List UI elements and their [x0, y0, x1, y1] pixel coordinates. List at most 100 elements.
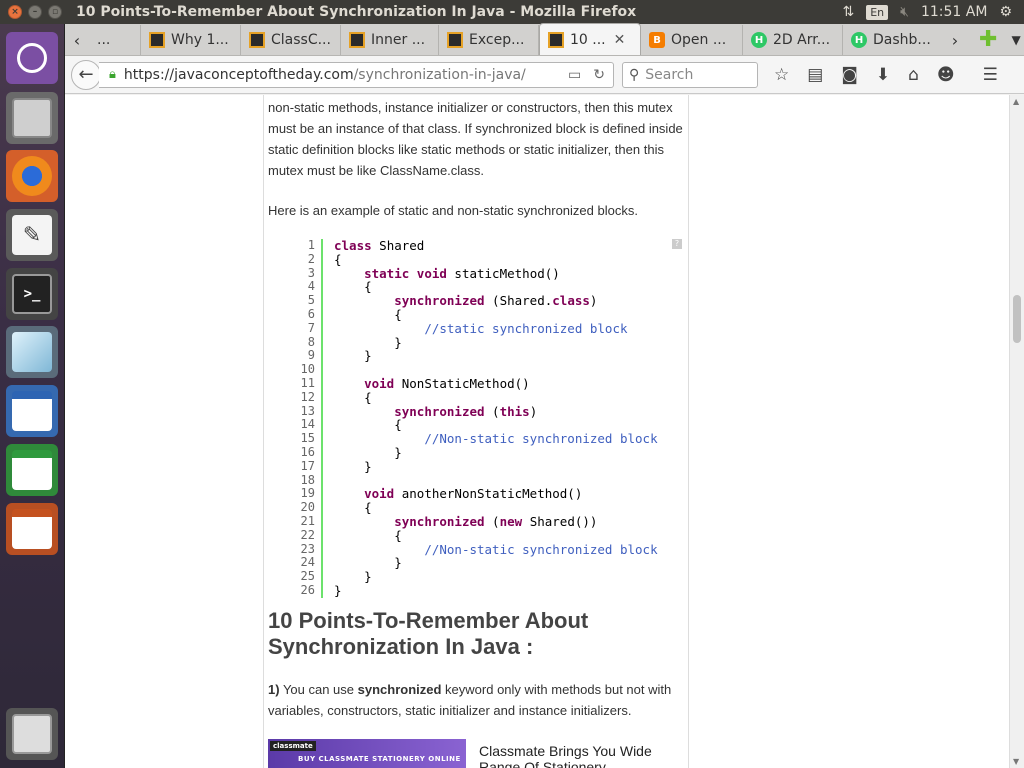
line-number: 20: [290, 500, 323, 515]
section-heading: 10 Points-To-Remember About Synchronizat…: [268, 608, 589, 659]
code-text: {: [334, 389, 372, 405]
clock[interactable]: 11:51 AM: [921, 4, 987, 20]
launcher-text-editor-button[interactable]: ✎: [6, 209, 58, 261]
launcher-virtualbox-button[interactable]: [6, 326, 58, 378]
line-number: 3: [290, 266, 323, 281]
tab-6[interactable]: B Open ...: [641, 25, 743, 55]
tab-0[interactable]: ...: [89, 25, 141, 55]
line-number: 14: [290, 418, 323, 433]
code-text: }: [334, 555, 402, 571]
javaconcept-icon: [349, 32, 365, 48]
tab-label: Open ...: [671, 32, 727, 48]
line-number: 21: [290, 514, 323, 529]
article-column: non-static methods, instance initializer…: [263, 95, 689, 768]
launcher-dash-button[interactable]: [6, 32, 58, 84]
volume-muted-icon[interactable]: 🔇︎: [900, 4, 909, 20]
tab-7[interactable]: H 2D Arr...: [743, 25, 843, 55]
launcher-impress-button[interactable]: [6, 503, 58, 555]
launcher-trash-button[interactable]: [6, 708, 58, 760]
bookmarks-list-icon[interactable]: ▤: [807, 65, 823, 85]
lock-icon[interactable]: 🔒︎: [109, 67, 116, 82]
window-title: 10 Points-To-Remember About Synchronizat…: [76, 4, 637, 20]
launcher-calc-button[interactable]: [6, 444, 58, 496]
line-number: 16: [290, 445, 323, 460]
back-arrow-icon: ←: [78, 64, 94, 85]
code-line: 15 //Non-static synchronized block: [290, 431, 684, 446]
search-icon: ⚲: [629, 66, 640, 83]
reload-icon[interactable]: ↻: [593, 67, 605, 83]
code-line: 7 //static synchronized block: [290, 321, 684, 336]
maximize-window-button[interactable]: ▫: [48, 5, 62, 19]
launcher-terminal-button[interactable]: >_: [6, 268, 58, 320]
code-text: void NonStaticMethod(): [364, 375, 530, 391]
tab-label: Why 1...: [171, 32, 229, 48]
hamburger-menu-icon[interactable]: ☰: [983, 65, 998, 85]
code-text: }: [334, 444, 402, 460]
tab-scroll-left-button[interactable]: ‹: [65, 25, 89, 55]
code-line: 18: [290, 473, 684, 488]
tab-close-icon[interactable]: ✕: [614, 32, 626, 48]
new-tab-plus-icon[interactable]: ✚: [979, 27, 997, 52]
writer-document-icon: [12, 391, 52, 431]
downloads-arrow-icon[interactable]: ⬇: [876, 65, 890, 85]
tab-2[interactable]: ClassC...: [241, 25, 341, 55]
network-updown-icon[interactable]: ⇅: [843, 4, 855, 20]
tab-label: ClassC...: [271, 32, 331, 48]
launcher-files-button[interactable]: [6, 92, 58, 144]
tab-list-chevron-down-icon[interactable]: ▼: [1011, 33, 1020, 47]
home-icon[interactable]: ⌂: [908, 65, 919, 85]
reader-view-icon[interactable]: ▭: [568, 67, 581, 83]
back-button[interactable]: ←: [71, 59, 101, 90]
search-input[interactable]: ⚲ Search: [622, 61, 758, 88]
advertisement[interactable]: classmate BUY CLASSMATE STATIONERY ONLIN…: [268, 739, 686, 768]
code-text: }: [334, 569, 372, 585]
bookmark-star-icon[interactable]: ☆: [774, 65, 789, 85]
vertical-scrollbar[interactable]: ▲ ▼: [1009, 95, 1024, 768]
pocket-icon[interactable]: ◙: [841, 65, 858, 85]
indicators: ⇅ En 🔇︎ 11:51 AM ⚙: [843, 0, 1013, 24]
chat-smiley-icon[interactable]: ☻: [937, 65, 955, 85]
ad-banner-image[interactable]: classmate BUY CLASSMATE STATIONERY ONLIN…: [268, 739, 466, 768]
code-text: {: [334, 306, 402, 322]
unity-launcher: ✎ >_: [0, 24, 65, 768]
line-number: 4: [290, 280, 323, 295]
ad-tagline: BUY CLASSMATE STATIONERY ONLINE: [298, 755, 461, 763]
tab-1[interactable]: Why 1...: [141, 25, 241, 55]
minimize-window-button[interactable]: –: [28, 5, 42, 19]
tab-label: Excep...: [469, 32, 525, 48]
tab-8[interactable]: H Dashb...: [843, 25, 943, 55]
code-line: 3 static void staticMethod(): [290, 266, 684, 281]
tab-5-active[interactable]: 10 ... ✕: [539, 23, 641, 55]
ad-headline-link[interactable]: Classmate Brings You Wide Range Of Stati…: [479, 743, 679, 768]
article-paragraph-mutex: non-static methods, instance initializer…: [268, 100, 683, 178]
tab-3[interactable]: Inner ...: [341, 25, 439, 55]
code-text: //Non-static synchronized block: [424, 541, 658, 557]
code-line: 12 {: [290, 389, 684, 405]
code-line: 6 {: [290, 306, 684, 322]
point-text-pre: You can use: [279, 682, 358, 697]
tab-label: 2D Arr...: [773, 32, 831, 48]
tab-4[interactable]: Excep...: [439, 25, 539, 55]
scroll-down-arrow-icon[interactable]: ▼: [1013, 757, 1019, 766]
ubuntu-logo-icon: [17, 43, 47, 73]
close-window-button[interactable]: ×: [8, 5, 22, 19]
launcher-firefox-button[interactable]: [6, 150, 58, 202]
code-text: {: [334, 279, 372, 295]
article-paragraph-example-intro: Here is an example of static and non-sta…: [268, 203, 638, 218]
text-editor-icon: ✎: [12, 215, 52, 255]
code-line: 21 synchronized (new Shared()): [290, 514, 684, 529]
url-bar[interactable]: 🔒︎ https://javaconceptoftheday.com /sync…: [99, 61, 614, 88]
line-number: 6: [290, 307, 323, 322]
code-line: 8 }: [290, 335, 684, 350]
keyboard-layout-indicator[interactable]: En: [866, 4, 889, 20]
scrollbar-thumb[interactable]: [1013, 295, 1021, 343]
code-text: }: [334, 458, 372, 474]
point-number: 1): [268, 682, 280, 697]
tab-scroll-right-button[interactable]: ›: [943, 25, 967, 55]
scroll-up-arrow-icon[interactable]: ▲: [1013, 97, 1019, 106]
power-gear-icon[interactable]: ⚙: [999, 4, 1012, 20]
line-number: 15: [290, 431, 323, 446]
launcher-writer-button[interactable]: [6, 385, 58, 437]
